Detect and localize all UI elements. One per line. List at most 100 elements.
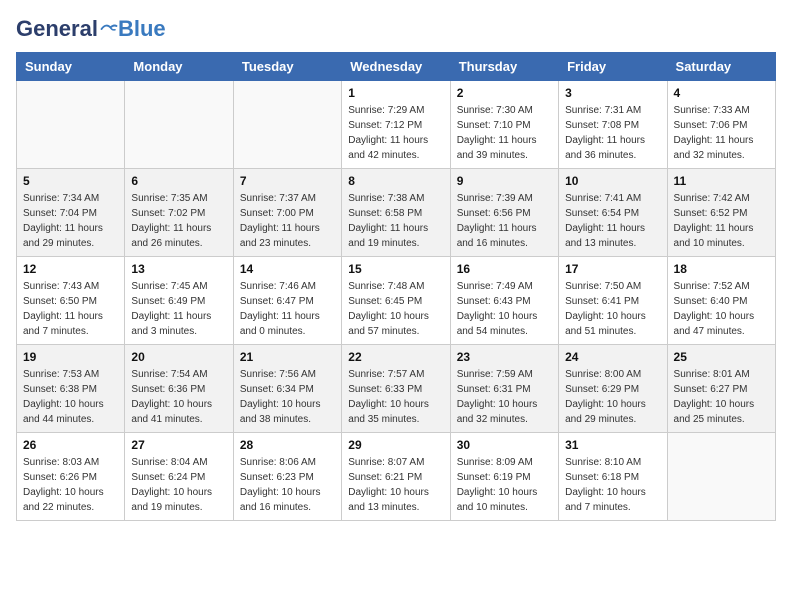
day-detail: Sunrise: 8:09 AM Sunset: 6:19 PM Dayligh… xyxy=(457,455,552,515)
day-number: 15 xyxy=(348,262,443,276)
empty-cell xyxy=(125,81,233,169)
day-number: 8 xyxy=(348,174,443,188)
week-row-4: 19Sunrise: 7:53 AM Sunset: 6:38 PM Dayli… xyxy=(17,345,776,433)
day-number: 2 xyxy=(457,86,552,100)
empty-cell xyxy=(667,433,775,521)
day-detail: Sunrise: 7:33 AM Sunset: 7:06 PM Dayligh… xyxy=(674,103,769,163)
day-cell-27: 27 Sunrise: 8:04 AM Sunset: 6:24 PM Dayli… xyxy=(125,433,233,521)
day-cell-6: 6 Sunrise: 7:35 AM Sunset: 7:02 PM Daylig… xyxy=(125,169,233,257)
day-cell-4: 4 Sunrise: 7:33 AM Sunset: 7:06 PM Daylig… xyxy=(667,81,775,169)
day-detail: Sunrise: 7:50 AM Sunset: 6:41 PM Dayligh… xyxy=(565,279,660,339)
day-detail: Sunrise: 7:56 AM Sunset: 6:34 PM Dayligh… xyxy=(240,367,335,427)
day-number: 28 xyxy=(240,438,335,452)
empty-cell xyxy=(233,81,341,169)
day-detail: Sunrise: 7:38 AM Sunset: 6:58 PM Dayligh… xyxy=(348,191,443,251)
day-detail: Sunrise: 7:53 AM Sunset: 6:38 PM Dayligh… xyxy=(23,367,118,427)
day-cell-23: 23 Sunrise: 7:59 AM Sunset: 6:31 PM Dayli… xyxy=(450,345,558,433)
day-cell-31: 31 Sunrise: 8:10 AM Sunset: 6:18 PM Dayli… xyxy=(559,433,667,521)
day-detail: Sunrise: 8:00 AM Sunset: 6:29 PM Dayligh… xyxy=(565,367,660,427)
calendar-table: SundayMondayTuesdayWednesdayThursdayFrid… xyxy=(16,52,776,521)
day-detail: Sunrise: 7:31 AM Sunset: 7:08 PM Dayligh… xyxy=(565,103,660,163)
day-cell-1: 1 Sunrise: 7:29 AM Sunset: 7:12 PM Daylig… xyxy=(342,81,450,169)
day-number: 29 xyxy=(348,438,443,452)
day-number: 31 xyxy=(565,438,660,452)
day-cell-13: 13 Sunrise: 7:45 AM Sunset: 6:49 PM Dayli… xyxy=(125,257,233,345)
day-cell-26: 26Sunrise: 8:03 AM Sunset: 6:26 PM Dayli… xyxy=(17,433,125,521)
day-detail: Sunrise: 7:57 AM Sunset: 6:33 PM Dayligh… xyxy=(348,367,443,427)
day-number: 6 xyxy=(131,174,226,188)
logo-blue: Blue xyxy=(118,16,166,42)
day-number: 18 xyxy=(674,262,769,276)
day-cell-21: 21 Sunrise: 7:56 AM Sunset: 6:34 PM Dayli… xyxy=(233,345,341,433)
day-cell-16: 16Sunrise: 7:49 AM Sunset: 6:43 PM Dayli… xyxy=(450,257,558,345)
day-detail: Sunrise: 7:41 AM Sunset: 6:54 PM Dayligh… xyxy=(565,191,660,251)
day-number: 27 xyxy=(131,438,226,452)
day-number: 10 xyxy=(565,174,660,188)
day-detail: Sunrise: 8:01 AM Sunset: 6:27 PM Dayligh… xyxy=(674,367,769,427)
empty-cell xyxy=(17,81,125,169)
day-detail: Sunrise: 7:42 AM Sunset: 6:52 PM Dayligh… xyxy=(674,191,769,251)
day-cell-30: 30Sunrise: 8:09 AM Sunset: 6:19 PM Dayli… xyxy=(450,433,558,521)
week-row-5: 26Sunrise: 8:03 AM Sunset: 6:26 PM Dayli… xyxy=(17,433,776,521)
day-number: 22 xyxy=(348,350,443,364)
day-cell-5: 5 Sunrise: 7:34 AM Sunset: 7:04 PM Daylig… xyxy=(17,169,125,257)
day-number: 21 xyxy=(240,350,335,364)
day-cell-18: 18Sunrise: 7:52 AM Sunset: 6:40 PM Dayli… xyxy=(667,257,775,345)
day-cell-29: 29Sunrise: 8:07 AM Sunset: 6:21 PM Dayli… xyxy=(342,433,450,521)
day-number: 4 xyxy=(674,86,769,100)
day-cell-17: 17 Sunrise: 7:50 AM Sunset: 6:41 PM Dayli… xyxy=(559,257,667,345)
day-detail: Sunrise: 8:04 AM Sunset: 6:24 PM Dayligh… xyxy=(131,455,226,515)
day-number: 3 xyxy=(565,86,660,100)
weekday-header-thursday: Thursday xyxy=(450,53,558,81)
day-detail: Sunrise: 7:29 AM Sunset: 7:12 PM Dayligh… xyxy=(348,103,443,163)
day-cell-9: 9Sunrise: 7:39 AM Sunset: 6:56 PM Daylig… xyxy=(450,169,558,257)
day-number: 25 xyxy=(674,350,769,364)
day-detail: Sunrise: 7:37 AM Sunset: 7:00 PM Dayligh… xyxy=(240,191,335,251)
day-detail: Sunrise: 7:45 AM Sunset: 6:49 PM Dayligh… xyxy=(131,279,226,339)
header: General Blue xyxy=(16,16,776,42)
day-detail: Sunrise: 7:35 AM Sunset: 7:02 PM Dayligh… xyxy=(131,191,226,251)
day-detail: Sunrise: 7:43 AM Sunset: 6:50 PM Dayligh… xyxy=(23,279,118,339)
week-row-2: 5 Sunrise: 7:34 AM Sunset: 7:04 PM Daylig… xyxy=(17,169,776,257)
day-detail: Sunrise: 7:59 AM Sunset: 6:31 PM Dayligh… xyxy=(457,367,552,427)
day-detail: Sunrise: 7:30 AM Sunset: 7:10 PM Dayligh… xyxy=(457,103,552,163)
week-row-1: 1 Sunrise: 7:29 AM Sunset: 7:12 PM Daylig… xyxy=(17,81,776,169)
weekday-header-tuesday: Tuesday xyxy=(233,53,341,81)
logo-icon xyxy=(100,20,118,38)
weekday-header-friday: Friday xyxy=(559,53,667,81)
day-detail: Sunrise: 7:54 AM Sunset: 6:36 PM Dayligh… xyxy=(131,367,226,427)
calendar-container: General Blue SundayMondayTuesdayWednesda… xyxy=(0,0,792,529)
day-number: 11 xyxy=(674,174,769,188)
day-number: 12 xyxy=(23,262,118,276)
day-cell-22: 22 Sunrise: 7:57 AM Sunset: 6:33 PM Dayli… xyxy=(342,345,450,433)
weekday-header-monday: Monday xyxy=(125,53,233,81)
logo-general: General xyxy=(16,16,98,42)
day-cell-8: 8 Sunrise: 7:38 AM Sunset: 6:58 PM Daylig… xyxy=(342,169,450,257)
weekday-header-wednesday: Wednesday xyxy=(342,53,450,81)
day-detail: Sunrise: 7:34 AM Sunset: 7:04 PM Dayligh… xyxy=(23,191,118,251)
day-cell-20: 20Sunrise: 7:54 AM Sunset: 6:36 PM Dayli… xyxy=(125,345,233,433)
day-cell-11: 11 Sunrise: 7:42 AM Sunset: 6:52 PM Dayli… xyxy=(667,169,775,257)
day-detail: Sunrise: 8:10 AM Sunset: 6:18 PM Dayligh… xyxy=(565,455,660,515)
day-cell-2: 2 Sunrise: 7:30 AM Sunset: 7:10 PM Daylig… xyxy=(450,81,558,169)
day-detail: Sunrise: 8:06 AM Sunset: 6:23 PM Dayligh… xyxy=(240,455,335,515)
day-cell-3: 3 Sunrise: 7:31 AM Sunset: 7:08 PM Daylig… xyxy=(559,81,667,169)
week-row-3: 12 Sunrise: 7:43 AM Sunset: 6:50 PM Dayli… xyxy=(17,257,776,345)
day-number: 5 xyxy=(23,174,118,188)
weekday-header-sunday: Sunday xyxy=(17,53,125,81)
day-number: 23 xyxy=(457,350,552,364)
day-number: 1 xyxy=(348,86,443,100)
day-cell-28: 28 Sunrise: 8:06 AM Sunset: 6:23 PM Dayli… xyxy=(233,433,341,521)
day-cell-14: 14Sunrise: 7:46 AM Sunset: 6:47 PM Dayli… xyxy=(233,257,341,345)
day-detail: Sunrise: 8:03 AM Sunset: 6:26 PM Dayligh… xyxy=(23,455,118,515)
day-cell-15: 15Sunrise: 7:48 AM Sunset: 6:45 PM Dayli… xyxy=(342,257,450,345)
weekday-header-row: SundayMondayTuesdayWednesdayThursdayFrid… xyxy=(17,53,776,81)
day-number: 13 xyxy=(131,262,226,276)
weekday-header-saturday: Saturday xyxy=(667,53,775,81)
day-number: 17 xyxy=(565,262,660,276)
day-cell-24: 24 Sunrise: 8:00 AM Sunset: 6:29 PM Dayli… xyxy=(559,345,667,433)
day-number: 16 xyxy=(457,262,552,276)
day-number: 24 xyxy=(565,350,660,364)
day-cell-19: 19Sunrise: 7:53 AM Sunset: 6:38 PM Dayli… xyxy=(17,345,125,433)
day-cell-12: 12 Sunrise: 7:43 AM Sunset: 6:50 PM Dayli… xyxy=(17,257,125,345)
